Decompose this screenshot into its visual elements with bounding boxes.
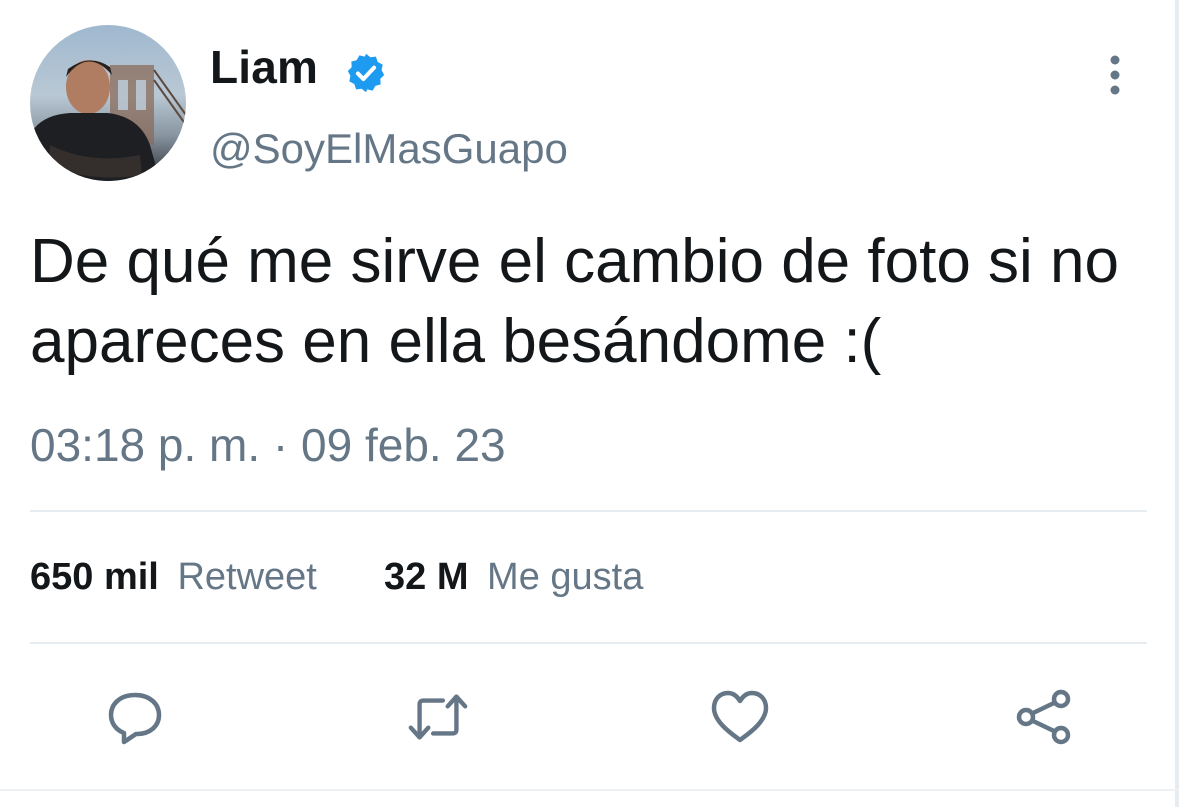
- divider: [30, 510, 1147, 512]
- card-edge: [1175, 0, 1179, 807]
- retweets-label: Retweet: [177, 556, 317, 598]
- tweet-timestamp[interactable]: 03:18 p. m. · 09 feb. 23: [30, 418, 506, 472]
- share-button[interactable]: [1012, 685, 1076, 749]
- retweets-count: 650 mil: [30, 556, 159, 598]
- likes-count: 32 M: [384, 556, 469, 598]
- retweet-icon: [408, 694, 468, 740]
- share-icon: [1016, 689, 1071, 745]
- avatar-photo: [30, 60, 186, 181]
- display-name[interactable]: Liam: [210, 40, 318, 94]
- user-handle[interactable]: @SoyElMasGuapo: [210, 125, 568, 173]
- card-bottom-edge: [0, 789, 1179, 791]
- tweet-card: Liam @SoyElMasGuapo De qué me sirve el c…: [0, 0, 1179, 807]
- like-button[interactable]: [708, 685, 772, 749]
- reply-button[interactable]: [103, 685, 167, 749]
- like-icon: [711, 690, 769, 743]
- avatar[interactable]: [30, 25, 186, 181]
- reply-icon: [108, 692, 162, 745]
- verified-badge-icon: [347, 53, 385, 93]
- likes-stat[interactable]: 32 M Me gusta: [384, 556, 643, 599]
- likes-label: Me gusta: [487, 556, 644, 598]
- tweet-text: De qué me sirve el cambio de foto si no …: [30, 227, 1119, 376]
- retweets-stat[interactable]: 650 mil Retweet: [30, 556, 317, 599]
- more-options-icon[interactable]: [1100, 54, 1130, 98]
- retweet-button[interactable]: [406, 685, 470, 749]
- divider: [30, 642, 1147, 644]
